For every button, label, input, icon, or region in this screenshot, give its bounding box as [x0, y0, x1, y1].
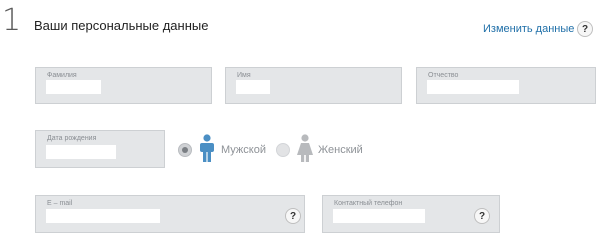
first-name-field: Имя — [225, 67, 402, 104]
gender-male-label[interactable]: Мужской — [221, 144, 266, 156]
help-button[interactable]: ? — [577, 21, 593, 37]
first-name-input[interactable] — [236, 80, 270, 94]
last-name-label: Фамилия — [47, 72, 77, 79]
email-input[interactable] — [46, 209, 160, 223]
birth-date-label: Дата рождения — [47, 135, 97, 142]
email-label: E – mail — [47, 200, 73, 207]
female-person-icon — [297, 134, 313, 162]
patronymic-input[interactable] — [427, 80, 519, 94]
gender-male-radio[interactable] — [178, 143, 192, 157]
phone-help-button[interactable]: ? — [474, 208, 490, 224]
gender-female-radio[interactable] — [276, 143, 290, 157]
email-field: E – mail ? — [35, 195, 305, 233]
section-title: Ваши персональные данные — [34, 18, 209, 33]
male-person-icon — [200, 134, 214, 162]
phone-input[interactable] — [333, 209, 425, 223]
first-name-label: Имя — [237, 72, 251, 79]
last-name-input[interactable] — [46, 80, 101, 94]
patronymic-field: Отчество — [416, 67, 596, 104]
gender-female-label[interactable]: Женский — [318, 144, 363, 156]
edit-data-link[interactable]: Изменить данные — [483, 23, 574, 35]
birth-date-input[interactable] — [46, 145, 116, 159]
birth-date-field: Дата рождения — [35, 130, 165, 168]
step-number: 1 — [2, 3, 22, 38]
last-name-field: Фамилия — [35, 67, 212, 104]
phone-label: Контактный телефон — [334, 200, 403, 207]
phone-field: Контактный телефон ? — [322, 195, 500, 233]
email-help-button[interactable]: ? — [285, 208, 301, 224]
patronymic-label: Отчество — [428, 72, 459, 79]
